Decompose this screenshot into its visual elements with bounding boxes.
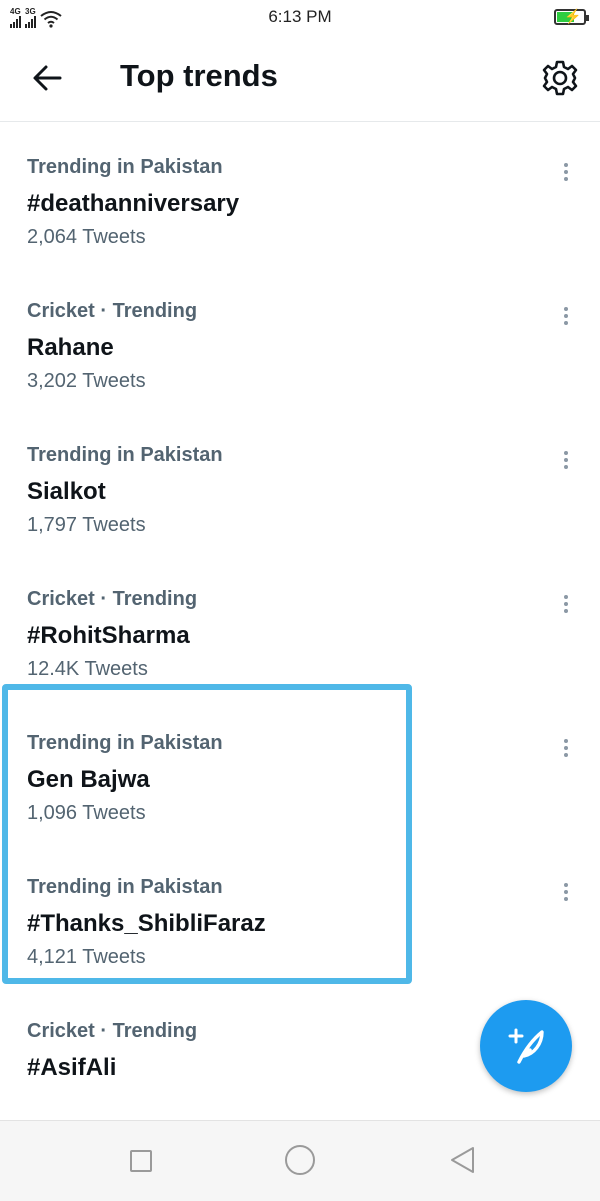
gear-icon [542,60,578,96]
trend-tweet-count: 2,064 Tweets [27,226,146,248]
trend-context: Trending in Pakistan [27,156,223,178]
trend-name: Rahane [27,334,114,361]
trend-context: Cricket · Trending [27,588,198,610]
trend-name: #AsifAli [27,1054,117,1081]
trend-context: Trending in Pakistan [27,444,223,466]
trend-item[interactable]: Trending in Pakistan #deathanniversary 2… [0,156,600,300]
more-options-button[interactable] [556,880,576,906]
compose-tweet-button[interactable] [480,1000,572,1092]
trend-context: Cricket · Trending [27,300,198,322]
trend-name: Sialkot [27,478,106,505]
trend-tweet-count: 1,797 Tweets [27,514,146,536]
system-nav-bar [0,1120,600,1201]
settings-button[interactable] [540,58,580,98]
trend-item[interactable]: Trending in Pakistan Sialkot 1,797 Tweet… [0,444,600,588]
status-bar: 4G 3G 6:13 PM ⚡ [0,0,600,34]
trend-tweet-count: 12.4K Tweets [27,658,148,680]
home-icon[interactable] [285,1145,315,1175]
more-options-button[interactable] [556,304,576,330]
trend-name: #RohitSharma [27,622,190,649]
more-options-button[interactable] [556,448,576,474]
clock: 6:13 PM [268,7,332,26]
arrow-left-icon [33,65,62,91]
more-options-button[interactable] [556,160,576,186]
top-bar: Top trends [0,34,600,122]
battery-icon: ⚡ [554,8,589,25]
trend-tweet-count: 3,202 Tweets [27,370,146,392]
back-icon[interactable] [448,1145,476,1175]
compose-tweet-icon [508,1028,544,1064]
highlight-box [2,684,412,984]
recent-apps-icon[interactable] [130,1150,152,1172]
back-button[interactable] [30,60,66,96]
page-title: Top trends [120,58,278,93]
more-options-button[interactable] [556,736,576,762]
trend-context: Cricket · Trending [27,1020,198,1042]
trend-name: #deathanniversary [27,190,240,217]
trend-item[interactable]: Cricket · Trending Rahane 3,202 Tweets [0,300,600,444]
more-options-button[interactable] [556,592,576,618]
